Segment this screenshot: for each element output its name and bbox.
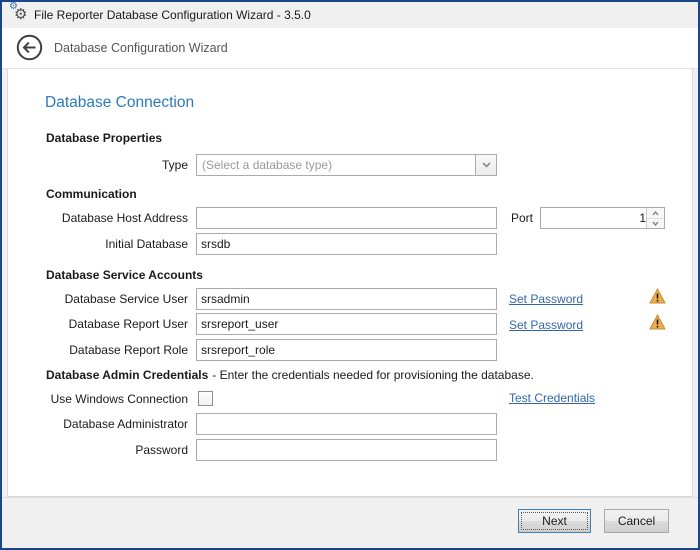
service-user-label: Database Service User (20, 288, 188, 310)
database-administrator-input[interactable] (196, 413, 497, 435)
section-service-accounts: Database Service Accounts (46, 268, 203, 282)
wizard-header: Database Configuration Wizard (2, 28, 698, 69)
port-increment-button[interactable] (647, 208, 664, 218)
chevron-down-icon (652, 221, 659, 226)
port-decrement-button[interactable] (647, 218, 664, 228)
back-button[interactable] (16, 34, 43, 61)
report-role-label: Database Report Role (20, 339, 188, 361)
service-user-set-password-link[interactable]: Set Password (509, 288, 583, 310)
section-communication: Communication (46, 187, 137, 201)
report-role-input[interactable] (196, 339, 497, 361)
combo-dropdown-button[interactable] (475, 155, 496, 175)
host-address-label: Database Host Address (20, 207, 188, 229)
use-windows-connection-label: Use Windows Connection (20, 388, 188, 410)
type-label: Type (20, 154, 188, 176)
title-bar: ⚙ ⚙ File Reporter Database Configuration… (2, 2, 698, 28)
chevron-down-icon (482, 162, 491, 168)
initial-database-label: Initial Database (20, 233, 188, 255)
wizard-window: ⚙ ⚙ File Reporter Database Configuration… (0, 0, 700, 550)
header-title: Database Configuration Wizard (54, 28, 228, 68)
initial-database-input[interactable] (196, 233, 497, 255)
port-input[interactable] (541, 208, 648, 228)
report-user-input[interactable] (196, 313, 497, 335)
password-label: Password (20, 439, 188, 461)
database-type-select[interactable]: (Select a database type) (196, 154, 497, 176)
next-button[interactable]: Next (518, 509, 591, 533)
back-arrow-icon (16, 34, 43, 61)
app-gears-icon: ⚙ ⚙ (10, 5, 30, 25)
port-spin-buttons (646, 208, 664, 228)
password-input[interactable] (196, 439, 497, 461)
service-user-input[interactable] (196, 288, 497, 310)
footer-separator (2, 497, 698, 498)
database-administrator-label: Database Administrator (20, 413, 188, 435)
port-spinner (540, 207, 665, 229)
admin-credentials-heading: Database Admin Credentials (46, 368, 208, 382)
admin-credentials-description: - Enter the credentials needed for provi… (212, 368, 534, 382)
report-user-warning-icon (649, 314, 666, 330)
port-label: Port (470, 207, 533, 229)
section-admin-credentials: Database Admin Credentials - Enter the cr… (46, 368, 534, 382)
report-user-label: Database Report User (20, 313, 188, 335)
cancel-button[interactable]: Cancel (604, 509, 669, 533)
page-title: Database Connection (45, 94, 194, 112)
database-type-selected-value: (Select a database type) (202, 155, 332, 175)
use-windows-connection-checkbox[interactable] (198, 391, 213, 406)
window-title: File Reporter Database Configuration Wiz… (34, 2, 311, 28)
host-address-input[interactable] (196, 207, 497, 229)
report-user-set-password-link[interactable]: Set Password (509, 314, 583, 336)
section-database-properties: Database Properties (46, 131, 162, 145)
chevron-up-icon (652, 211, 659, 216)
test-credentials-link[interactable]: Test Credentials (509, 387, 595, 409)
service-user-warning-icon (649, 288, 666, 304)
